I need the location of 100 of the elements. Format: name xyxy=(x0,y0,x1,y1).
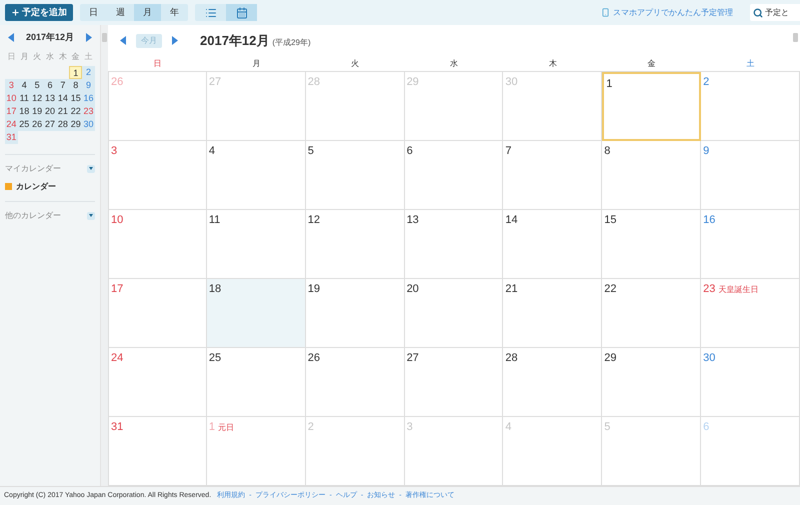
day-cell[interactable]: 24 xyxy=(108,348,207,417)
collapse-handle[interactable] xyxy=(102,33,107,42)
day-number: 27 xyxy=(406,351,419,366)
weekday-header: 木 xyxy=(548,58,558,70)
day-cell[interactable]: 3 xyxy=(108,141,207,210)
day-cell[interactable]: 13 xyxy=(404,210,504,279)
mini-day[interactable]: 1 xyxy=(69,66,82,78)
day-number: 14 xyxy=(505,213,518,228)
day-cell[interactable]: 25 xyxy=(206,348,306,417)
day-cell[interactable]: 6 xyxy=(404,141,504,210)
day-number: 27 xyxy=(208,75,222,90)
mini-day[interactable]: 5 xyxy=(30,78,44,92)
day-cell[interactable]: 22 xyxy=(602,279,702,348)
search-icon[interactable] xyxy=(753,8,763,18)
view-tab[interactable]: 年 xyxy=(161,4,188,21)
section-title: 他のカレンダー xyxy=(5,210,61,222)
day-cell[interactable]: 14 xyxy=(503,210,602,279)
day-number: 5 xyxy=(604,420,610,435)
day-cell[interactable]: 19 xyxy=(306,279,405,348)
search-field[interactable]: 予定と xyxy=(763,4,800,21)
day-cell[interactable]: 16 xyxy=(701,210,800,279)
view-tab[interactable]: 月 xyxy=(134,4,161,21)
mini-day[interactable]: 21 xyxy=(56,104,70,118)
day-cell[interactable]: 4 xyxy=(206,141,306,210)
day-cell[interactable]: 1 xyxy=(602,72,702,141)
collapse-handle[interactable] xyxy=(793,33,798,42)
previous-month-icon[interactable] xyxy=(8,33,14,42)
day-number: 7 xyxy=(505,144,512,159)
day-number: 2 xyxy=(703,75,710,90)
mini-weekday: 金 xyxy=(70,50,81,62)
mini-day[interactable]: 29 xyxy=(69,118,82,130)
day-number: 8 xyxy=(604,144,610,159)
day-cell[interactable]: 27 xyxy=(404,348,504,417)
day-cell[interactable]: 2 xyxy=(701,72,800,141)
phone-icon xyxy=(601,8,610,17)
caret-icon xyxy=(89,167,93,170)
next-month-icon[interactable] xyxy=(172,36,178,45)
calendar-view-button[interactable] xyxy=(226,4,257,21)
month-title: 2017年12月 xyxy=(200,32,270,50)
day-cell[interactable]: 30 xyxy=(701,348,800,417)
mini-day[interactable]: 4 xyxy=(18,78,31,92)
day-number: 28 xyxy=(505,351,518,366)
mini-day[interactable]: 15 xyxy=(69,92,82,104)
day-cell[interactable]: 26 xyxy=(306,348,405,417)
view-tab[interactable]: 週 xyxy=(107,4,134,21)
add-event-button[interactable]: 予定を追加 xyxy=(5,4,73,21)
day-number: 5 xyxy=(308,144,314,159)
day-number: 23 xyxy=(703,282,716,297)
day-cell[interactable]: 21 xyxy=(503,279,602,348)
weekday-header: 火 xyxy=(350,58,360,70)
day-cell[interactable]: 5 xyxy=(306,141,405,210)
day-number: 28 xyxy=(308,75,320,90)
search-box[interactable]: 予定と xyxy=(750,4,800,21)
section-title: マイカレンダー xyxy=(5,162,61,174)
day-number: 25 xyxy=(208,351,222,366)
day-cell[interactable]: 9 xyxy=(701,141,800,210)
day-cell[interactable]: 15 xyxy=(602,210,702,279)
weekday-header: 日 xyxy=(152,58,162,70)
mini-day[interactable]: 22 xyxy=(69,104,82,118)
day-number: 1 xyxy=(606,77,612,92)
day-number: 17 xyxy=(111,282,124,297)
mini-weekday: 木 xyxy=(58,50,68,62)
day-number: 29 xyxy=(604,351,617,366)
day-number: 30 xyxy=(505,75,518,90)
mini-day[interactable]: 14 xyxy=(56,92,70,104)
day-cell[interactable]: 23 天皇誕生日 xyxy=(701,279,800,348)
day-number: 1 xyxy=(208,420,215,435)
mini-day[interactable]: 6 xyxy=(44,78,56,92)
day-number: 31 xyxy=(111,420,124,435)
next-month-icon[interactable] xyxy=(86,33,92,42)
day-cell[interactable]: 7 xyxy=(503,141,602,210)
mini-day[interactable]: 8 xyxy=(69,78,82,92)
calendar-item[interactable]: カレンダー xyxy=(16,180,56,192)
day-number: 24 xyxy=(111,351,124,366)
mini-day[interactable]: 7 xyxy=(56,78,70,92)
day-number: 15 xyxy=(604,213,617,228)
weekday-header: 土 xyxy=(746,58,756,70)
day-number: 11 xyxy=(208,213,220,228)
day-number: 4 xyxy=(208,144,215,159)
day-number: 13 xyxy=(406,213,419,228)
dropdown-button[interactable] xyxy=(87,164,95,172)
day-cell[interactable]: 12 xyxy=(306,210,405,279)
calendar-icon xyxy=(236,6,248,18)
day-cell[interactable]: 18 xyxy=(206,279,306,348)
day-cell[interactable]: 29 xyxy=(602,348,702,417)
previous-month-icon[interactable] xyxy=(120,36,126,45)
weekday-header: 水 xyxy=(448,58,459,70)
mini-weekday: 月 xyxy=(19,50,30,62)
mini-day[interactable]: 28 xyxy=(56,118,70,130)
day-cell[interactable]: 20 xyxy=(404,279,504,348)
day-number: 2 xyxy=(308,420,314,435)
day-number: 16 xyxy=(703,213,716,228)
day-cell[interactable]: 8 xyxy=(602,141,702,210)
day-cell[interactable]: 10 xyxy=(108,210,207,279)
weekday-header: 金 xyxy=(646,58,657,70)
holiday-label: 天皇誕生日 xyxy=(718,284,758,296)
caret-icon xyxy=(89,214,93,217)
day-cell[interactable]: 28 xyxy=(503,348,602,417)
dropdown-button[interactable] xyxy=(87,212,95,220)
view-tab[interactable]: 日 xyxy=(80,4,107,21)
